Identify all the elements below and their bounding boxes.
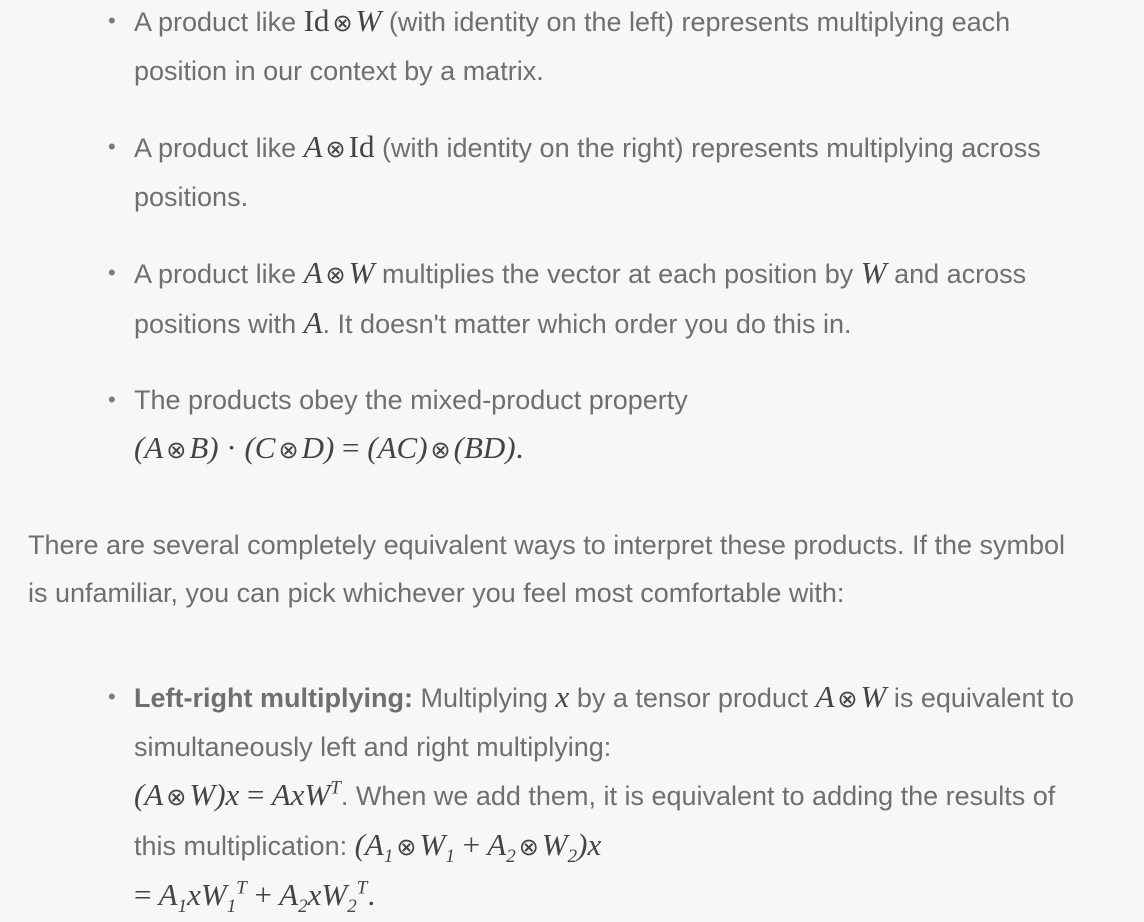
math-expression: A ⊗W [815, 679, 887, 714]
bullet-icon: • [108, 387, 116, 412]
math-equation: (A ⊗W)x = AxWT [134, 777, 341, 812]
list-item: • A product like Id ⊗W (with identity on … [0, 0, 1074, 95]
item-text: The products obey the mixed-product prop… [134, 385, 688, 415]
bullet-icon: • [108, 8, 116, 33]
list-item: • Left-right multiplying: Multiplying x … [0, 673, 1074, 920]
bullet-icon: • [108, 684, 116, 709]
item-text: Multiplying [420, 683, 549, 713]
document-page: • A product like Id ⊗W (with identity on … [0, 0, 1144, 922]
math-expression: A ⊗W [303, 255, 375, 290]
item-text: A product like [134, 259, 297, 289]
math-expression: A [303, 305, 323, 340]
item-heading: Left-right multiplying: [134, 683, 413, 713]
item-text: A product like [134, 7, 297, 37]
math-equation: = A1xW1T + A2xW2T. [134, 877, 376, 918]
list-item: • A product like A ⊗Id (with identity on … [0, 123, 1074, 221]
list-item: • A product like A ⊗W multiplies the vect… [0, 249, 1074, 348]
tensor-product-list: • A product like Id ⊗W (with identity on … [0, 0, 1074, 474]
math-expression: Id ⊗W [303, 3, 382, 38]
list-item: • The products obey the mixed-product pr… [0, 376, 1074, 474]
item-text: by a tensor product [576, 683, 808, 713]
interpretation-list: • Left-right multiplying: Multiplying x … [0, 673, 1074, 920]
math-equation: (A ⊗B) · (C ⊗D) = (AC) ⊗(BD). [134, 430, 524, 465]
bullet-icon: • [108, 260, 116, 285]
intro-paragraph: There are several completely equivalent … [28, 530, 1066, 608]
item-text: . It doesn't matter which order you do t… [322, 309, 852, 339]
bullet-icon: • [108, 134, 116, 159]
math-equation: (A1 ⊗W1 + A2 ⊗W2)x [354, 827, 602, 868]
item-text: multiplies the vector at each position b… [382, 259, 854, 289]
math-expression: W [860, 255, 887, 290]
math-expression: A ⊗Id [303, 129, 375, 164]
item-text: A product like [134, 133, 297, 163]
math-expression: x [555, 679, 570, 714]
